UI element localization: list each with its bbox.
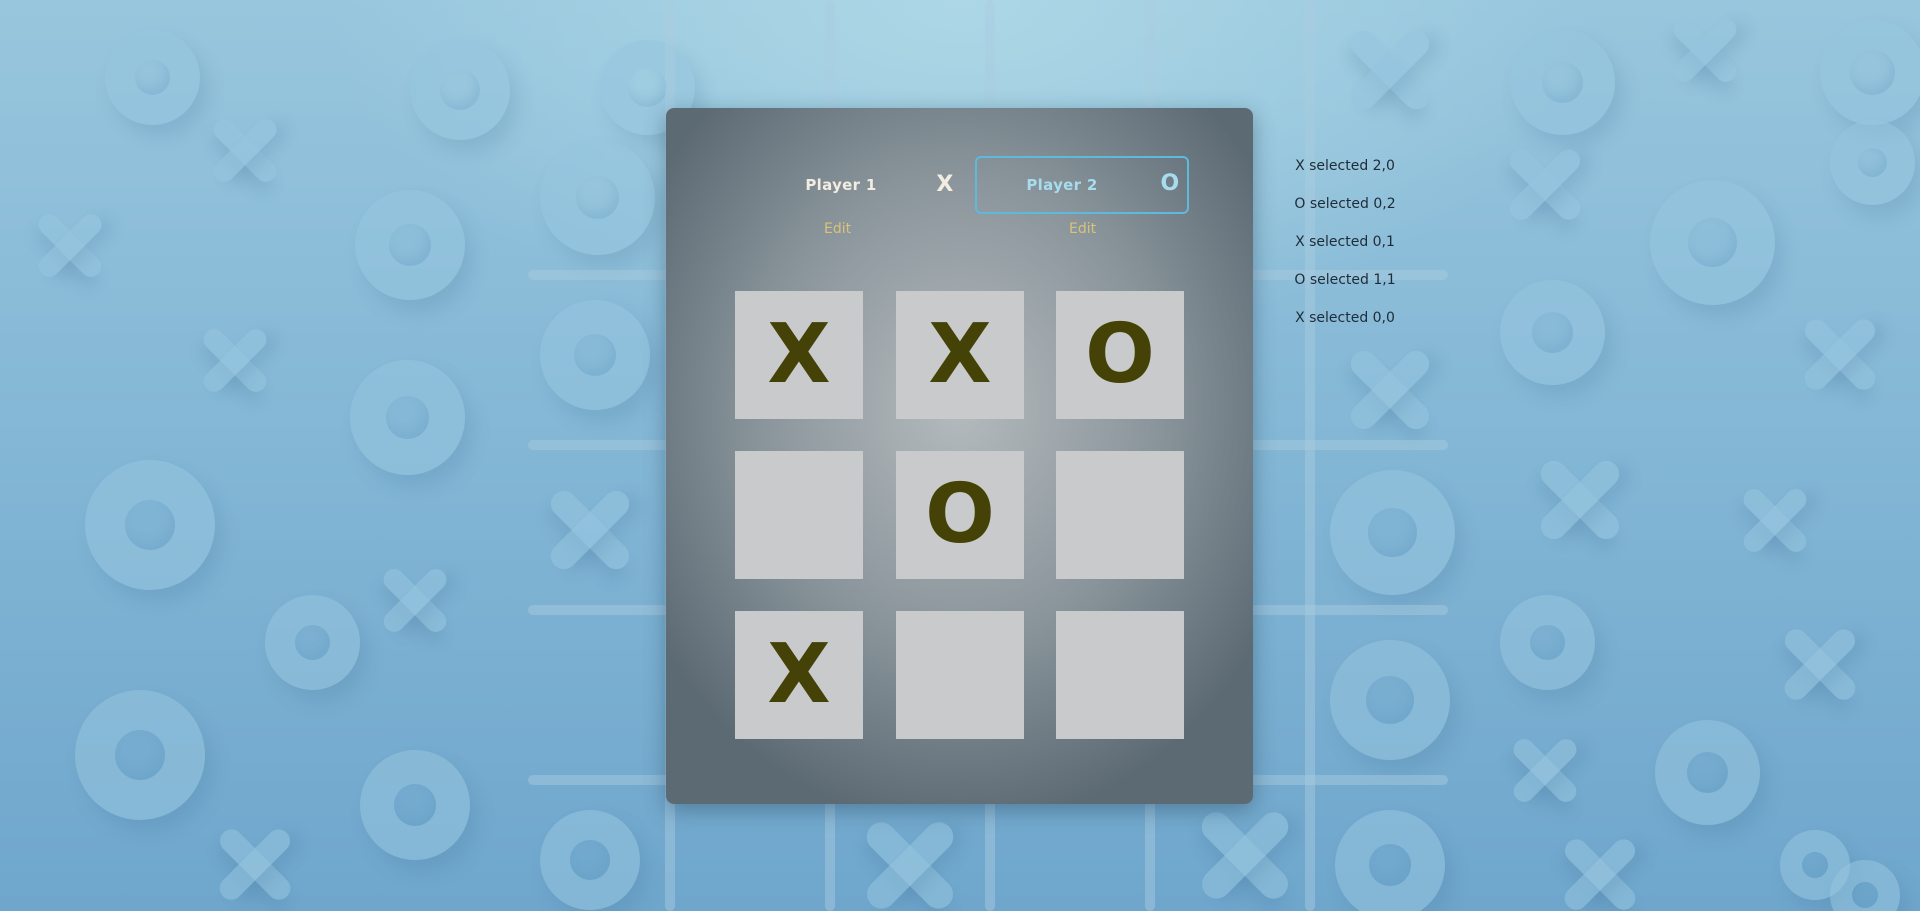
background-o-shape <box>540 140 655 255</box>
background-x-shape <box>375 560 455 640</box>
background-x-shape <box>1500 140 1590 230</box>
cell-1-0[interactable] <box>735 451 863 579</box>
log-item[interactable]: O selected 0,2 <box>1290 188 1400 226</box>
background-o-shape <box>1500 595 1595 690</box>
background-o-shape <box>540 300 650 410</box>
background-x-shape <box>1505 730 1585 810</box>
background-x-shape <box>855 810 965 911</box>
cell-2-0[interactable]: X <box>735 611 863 739</box>
background-x-shape <box>1340 340 1440 440</box>
edit-player-1-button[interactable]: Edit <box>824 221 851 237</box>
cell-0-1[interactable]: X <box>896 291 1024 419</box>
background-x-shape <box>1735 480 1815 560</box>
background-o-shape <box>1830 860 1900 911</box>
background-o-shape <box>1510 30 1615 135</box>
background-o-shape <box>350 360 465 475</box>
background-x-shape <box>1775 620 1865 710</box>
background-x-shape <box>1555 830 1645 911</box>
background-x-shape <box>1190 800 1300 910</box>
background-x-shape <box>1530 450 1630 550</box>
log-item[interactable]: X selected 0,1 <box>1290 226 1400 264</box>
background-o-shape <box>75 690 205 820</box>
background-o-shape <box>1335 810 1445 911</box>
player-2-card: Player 2 O <box>975 156 1189 214</box>
background-x-shape <box>30 205 110 285</box>
background-x-shape <box>195 320 275 400</box>
log-item[interactable]: X selected 0,0 <box>1290 302 1400 340</box>
cell-2-2[interactable] <box>1056 611 1184 739</box>
background-o-shape <box>105 30 200 125</box>
cell-0-0[interactable]: X <box>735 291 863 419</box>
background-o-shape <box>265 595 360 690</box>
cell-1-2[interactable] <box>1056 451 1184 579</box>
player-1-card: Player 1 X <box>752 156 964 214</box>
background-o-shape <box>540 810 640 910</box>
background-o-shape <box>410 40 510 140</box>
cell-1-1[interactable]: O <box>896 451 1024 579</box>
cell-0-2[interactable]: O <box>1056 291 1184 419</box>
background-o-shape <box>1820 20 1920 125</box>
move-log: X selected 2,0 O selected 0,2 X selected… <box>1290 150 1400 340</box>
background-o-shape <box>1780 830 1850 900</box>
background-x-shape <box>205 110 285 190</box>
background-o-shape <box>85 460 215 590</box>
x-icon: X <box>936 172 954 197</box>
background-o-shape <box>1500 280 1605 385</box>
game-panel: Player 1 X Player 2 O Edit Edit X X O O … <box>666 108 1253 804</box>
log-item[interactable]: X selected 2,0 <box>1290 150 1400 188</box>
background-x-shape <box>1340 20 1440 120</box>
game-board: X X O O X <box>735 291 1185 741</box>
background-o-shape <box>1650 180 1775 305</box>
player-1-name: Player 1 <box>805 176 877 194</box>
background-o-shape <box>1830 120 1915 205</box>
o-icon: O <box>1160 171 1180 196</box>
background-x-shape <box>210 820 300 910</box>
background-grid-line <box>1305 0 1315 911</box>
background-o-shape <box>355 190 465 300</box>
background-o-shape <box>360 750 470 860</box>
background-x-shape <box>1795 310 1885 400</box>
player-2-name: Player 2 <box>1026 176 1098 194</box>
log-item[interactable]: O selected 1,1 <box>1290 264 1400 302</box>
cell-2-1[interactable] <box>896 611 1024 739</box>
background-o-shape <box>1330 470 1455 595</box>
edit-player-2-button[interactable]: Edit <box>1069 221 1096 237</box>
background-o-shape <box>1330 640 1450 760</box>
background-o-shape <box>1655 720 1760 825</box>
background-x-shape <box>1665 10 1745 90</box>
background-x-shape <box>540 480 640 580</box>
